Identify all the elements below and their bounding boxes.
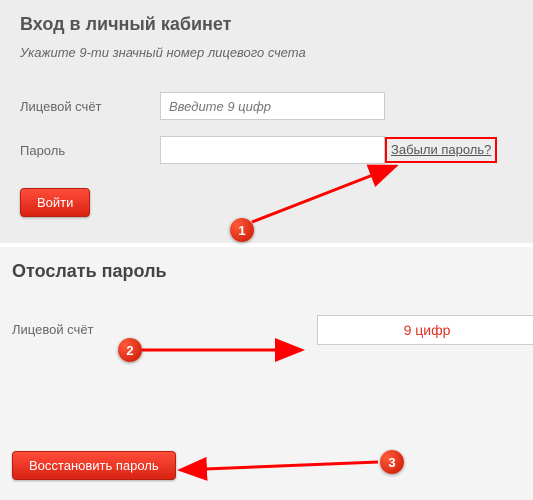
annotation-badge-3: 3	[380, 450, 404, 474]
password-row: Пароль Забыли пароль?	[20, 136, 513, 164]
recover-button[interactable]: Восстановить пароль	[12, 451, 176, 480]
account-input[interactable]	[160, 92, 385, 120]
annotation-badge-1: 1	[230, 218, 254, 242]
login-submit-wrap: Войти	[20, 188, 513, 217]
forgot-password-link[interactable]: Забыли пароль?	[391, 142, 491, 157]
forgot-password-highlight: Забыли пароль?	[385, 137, 497, 163]
recover-account-input[interactable]	[317, 315, 533, 345]
login-title: Вход в личный кабинет	[20, 14, 513, 35]
login-button[interactable]: Войти	[20, 188, 90, 217]
recover-account-row: Лицевой счёт	[12, 322, 515, 337]
recover-submit-wrap: Восстановить пароль	[12, 451, 176, 480]
recover-account-label: Лицевой счёт	[12, 322, 112, 337]
account-row: Лицевой счёт	[20, 92, 513, 120]
login-panel: Вход в личный кабинет Укажите 9-ти значн…	[0, 0, 533, 243]
annotation-badge-2: 2	[118, 338, 142, 362]
recover-panel: Отослать пароль Лицевой счёт Восстановит…	[0, 243, 533, 500]
password-label: Пароль	[20, 143, 160, 158]
account-label: Лицевой счёт	[20, 99, 160, 114]
login-subtitle: Укажите 9-ти значный номер лицевого счет…	[20, 45, 513, 60]
recover-title: Отослать пароль	[12, 261, 515, 282]
password-input[interactable]	[160, 136, 385, 164]
